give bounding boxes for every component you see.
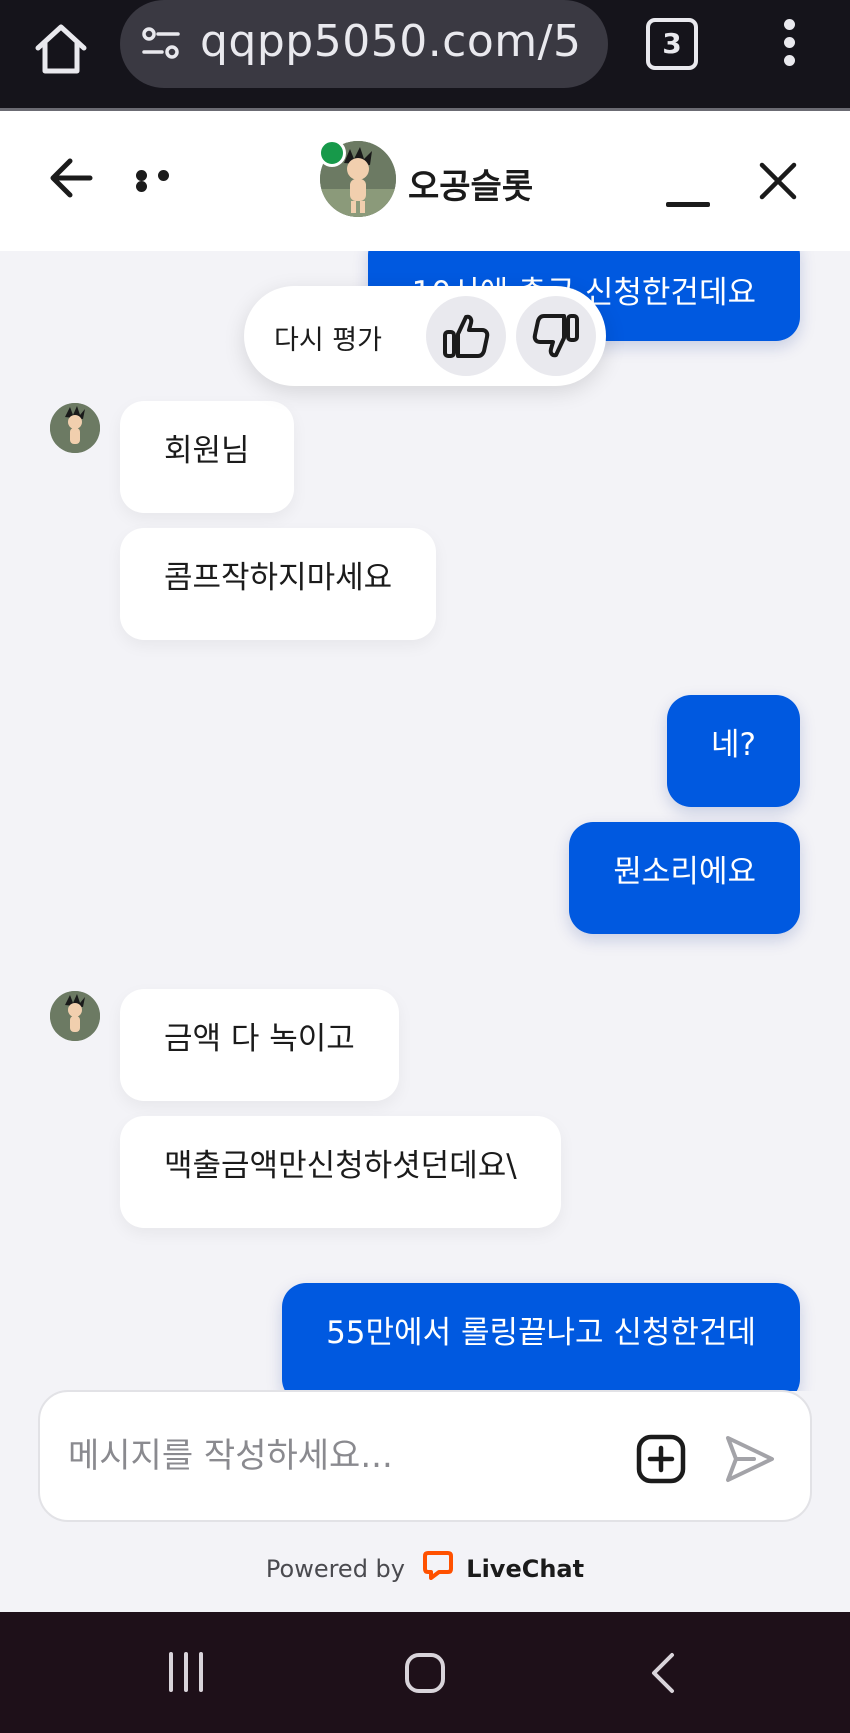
rating-pill: 다시 평가	[244, 286, 606, 386]
home-icon[interactable]	[30, 18, 92, 80]
chat-header: 오공슬롯	[0, 111, 850, 251]
message-bubble-user: 네?	[667, 695, 800, 807]
message-bubble-agent: 콤프작하지마세요	[120, 528, 437, 640]
browser-menu-icon[interactable]	[776, 16, 802, 70]
message-bubble-agent: 회원님	[120, 401, 294, 513]
message-bubble-user: 55만에서 롤링끝나고 신청한건데	[282, 1283, 800, 1391]
agent-avatar-small	[50, 991, 100, 1041]
more-options-icon[interactable]	[136, 170, 192, 192]
add-attachment-icon[interactable]	[636, 1434, 686, 1484]
rating-label: 다시 평가	[274, 325, 382, 356]
minimize-icon[interactable]	[664, 171, 712, 211]
thumbs-down-button[interactable]	[516, 296, 596, 376]
send-icon[interactable]	[724, 1434, 776, 1484]
thumbs-down-icon	[532, 314, 579, 358]
livechat-logo-icon	[422, 1550, 453, 1586]
thumbs-up-icon	[443, 314, 490, 358]
close-icon[interactable]	[758, 161, 798, 205]
message-input[interactable]	[66, 1422, 630, 1490]
powered-by-text: Powered by	[265, 1555, 405, 1583]
back-arrow-icon[interactable]	[48, 155, 94, 201]
livechat-brand: LiveChat	[466, 1555, 585, 1583]
browser-toolbar: qqpp5050.com/5 3	[0, 0, 850, 111]
system-navigation-bar	[0, 1612, 850, 1733]
message-bubble-agent: 금액 다 녹이고	[120, 989, 399, 1101]
agent-avatar-small	[50, 403, 100, 453]
message-bubble-user: 뭔소리에요	[569, 822, 800, 934]
site-settings-icon[interactable]	[140, 24, 182, 64]
message-bubble-agent: 맥출금액만신청하셧던데요\	[120, 1116, 561, 1228]
address-bar[interactable]: qqpp5050.com/5	[120, 0, 608, 88]
powered-by-footer[interactable]: Powered by LiveChat	[0, 1550, 850, 1590]
message-composer	[38, 1390, 812, 1522]
thumbs-up-button[interactable]	[426, 296, 506, 376]
back-nav-icon[interactable]	[648, 1652, 678, 1698]
online-status-dot	[318, 139, 346, 167]
message-list[interactable]: 10시에 출금 신청한건데요 회원님 콤프작하지마세요 네? 뭔소리에요 금액 …	[0, 251, 850, 1391]
tab-switcher-button[interactable]: 3	[646, 18, 698, 70]
recent-apps-icon[interactable]	[166, 1652, 206, 1696]
agent-name: 오공슬롯	[408, 167, 534, 207]
home-nav-icon[interactable]	[404, 1652, 446, 1698]
url-text[interactable]: qqpp5050.com/5	[200, 16, 600, 67]
